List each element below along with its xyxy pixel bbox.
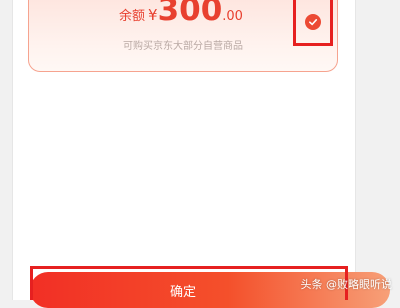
balance-label: 余额 bbox=[119, 9, 146, 24]
balance-decimal: .00 bbox=[222, 9, 243, 24]
balance-display: 余额 ¥ 300 .00 bbox=[119, 0, 243, 27]
checkmark-icon bbox=[309, 19, 318, 26]
gift-card-option[interactable]: 余额 ¥ 300 .00 可购买京东大部分自营商品 bbox=[28, 0, 338, 72]
currency-symbol: ¥ bbox=[148, 6, 158, 24]
watermark: 头条 @败略眼听说 bbox=[300, 278, 393, 291]
balance-amount: 300 bbox=[157, 0, 223, 28]
card-description: 可购买京东大部分自营商品 bbox=[123, 41, 243, 52]
selected-checkmark-icon[interactable] bbox=[305, 14, 321, 30]
